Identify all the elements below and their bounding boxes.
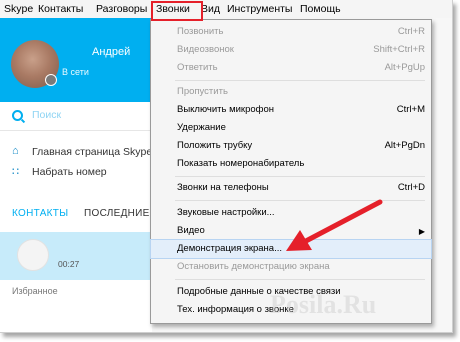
nav-dial-label: Набрать номер bbox=[32, 166, 107, 178]
menu-item-shortcut: Shift+Ctrl+R bbox=[373, 44, 425, 55]
menu-item-shortcut: Alt+PgUp bbox=[384, 62, 425, 73]
tab-recent[interactable]: ПОСЛЕДНИЕ bbox=[84, 208, 150, 219]
watermark: Posila.Ru bbox=[270, 290, 377, 319]
menu-item-label: Звонки на телефоны bbox=[177, 182, 269, 193]
menu-item-label: Удержание bbox=[177, 122, 226, 133]
left-pane: Андрей В сети Поиск ⌂ Главная страница S… bbox=[0, 18, 152, 332]
status-icon bbox=[45, 74, 57, 86]
menu-item-stop-screen-share[interactable]: Остановить демонстрацию экрана bbox=[151, 258, 431, 276]
menu-separator bbox=[175, 80, 425, 81]
skype-window: Skype Контакты Разговоры Звонки Вид Инст… bbox=[0, 0, 453, 333]
menu-conversations[interactable]: Разговоры bbox=[96, 0, 147, 18]
search-box[interactable]: Поиск bbox=[0, 102, 152, 131]
dial-icon: ∷ bbox=[12, 166, 19, 178]
contact-tabs: КОНТАКТЫ ПОСЛЕДНИЕ bbox=[0, 202, 152, 226]
profile-status[interactable]: В сети bbox=[62, 67, 89, 77]
menu-item-label: Позвонить bbox=[177, 26, 224, 37]
menu-item-answer[interactable]: Ответить Alt+PgUp bbox=[151, 59, 431, 77]
menu-item-label: Видеозвонок bbox=[177, 44, 234, 55]
contact-time: 00:27 bbox=[58, 259, 80, 269]
menu-item-label: Показать номеронабиратель bbox=[177, 158, 305, 169]
profile-name: Андрей bbox=[92, 46, 131, 58]
menu-item-label: Положить трубку bbox=[177, 140, 253, 151]
home-icon: ⌂ bbox=[12, 145, 19, 157]
menu-item-shortcut: Ctrl+R bbox=[397, 26, 425, 37]
menu-item-call-phones[interactable]: Звонки на телефоны Ctrl+D bbox=[151, 179, 431, 197]
menu-item-mute[interactable]: Выключить микрофон Ctrl+M bbox=[151, 101, 431, 119]
contact-avatar bbox=[17, 239, 49, 271]
tab-contacts[interactable]: КОНТАКТЫ bbox=[12, 208, 68, 219]
search-placeholder: Поиск bbox=[32, 109, 62, 121]
menu-item-video-call[interactable]: Видеозвонок Shift+Ctrl+R bbox=[151, 41, 431, 59]
menu-item-label: Видео bbox=[177, 225, 205, 236]
menu-item-skip[interactable]: Пропустить bbox=[151, 83, 431, 101]
menu-item-hang-up[interactable]: Положить трубку Alt+PgDn bbox=[151, 137, 431, 155]
menu-separator bbox=[175, 279, 425, 280]
menu-separator bbox=[175, 176, 425, 177]
menu-item-label: Звуковые настройки... bbox=[177, 207, 275, 218]
pointer-arrow bbox=[286, 199, 383, 251]
menu-item-hold[interactable]: Удержание bbox=[151, 119, 431, 137]
nav-home-label: Главная страница Skype bbox=[32, 146, 153, 158]
menu-tools[interactable]: Инструменты bbox=[227, 0, 292, 18]
menu-item-label: Остановить демонстрацию экрана bbox=[177, 261, 330, 272]
menu-item-shortcut: Alt+PgDn bbox=[384, 140, 425, 151]
nav-dial[interactable]: ∷ Набрать номер bbox=[0, 162, 152, 182]
menu-item-shortcut: Ctrl+D bbox=[397, 182, 425, 193]
list-item[interactable]: 00:27 bbox=[0, 232, 152, 280]
profile-header[interactable]: Андрей В сети bbox=[0, 18, 152, 102]
favorites-label: Избранное bbox=[12, 286, 58, 296]
menu-item-label: Пропустить bbox=[177, 86, 228, 97]
menu-help[interactable]: Помощь bbox=[300, 0, 341, 18]
calls-menu-highlight bbox=[151, 1, 203, 21]
search-icon bbox=[12, 110, 23, 121]
menu-item-label: Ответить bbox=[177, 62, 218, 73]
menu-item-label: Демонстрация экрана... bbox=[177, 243, 282, 254]
menu-item-show-dialpad[interactable]: Показать номеронабиратель bbox=[151, 155, 431, 173]
nav-home[interactable]: ⌂ Главная страница Skype bbox=[0, 142, 152, 162]
menu-item-shortcut: Ctrl+M bbox=[396, 104, 425, 115]
calls-dropdown-menu: Позвонить Ctrl+R Видеозвонок Shift+Ctrl+… bbox=[150, 19, 432, 324]
menu-skype[interactable]: Skype bbox=[4, 0, 33, 18]
submenu-arrow-icon: ▶ bbox=[418, 227, 425, 236]
menu-item-label: Выключить микрофон bbox=[177, 104, 274, 115]
menu-view[interactable]: Вид bbox=[201, 0, 220, 18]
menu-contacts[interactable]: Контакты bbox=[38, 0, 83, 18]
menu-bar: Skype Контакты Разговоры Звонки Вид Инст… bbox=[0, 0, 452, 19]
menu-item-call[interactable]: Позвонить Ctrl+R bbox=[151, 23, 431, 41]
